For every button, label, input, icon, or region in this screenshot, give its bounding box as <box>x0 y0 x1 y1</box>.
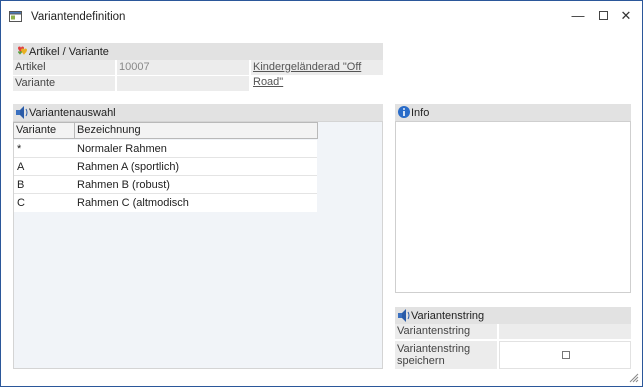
row-bezeichnung: Rahmen C (altmodisch <box>77 197 189 209</box>
variante-value <box>117 76 249 91</box>
artikel-name-link[interactable]: Kindergeländerad "Off Road" <box>251 60 383 88</box>
info-icon <box>398 106 410 118</box>
variantenauswahl-header: Variantenauswahl <box>13 104 383 121</box>
column-header-bezeichnung[interactable]: Bezeichnung <box>75 123 315 138</box>
variantenstring-speichern-checkbox[interactable] <box>562 351 570 359</box>
title-bar: Variantendefinition — ✕ <box>1 1 642 31</box>
variant-grid-header: Variante Bezeichnung <box>13 122 318 139</box>
table-row[interactable]: * Normaler Rahmen <box>14 140 317 158</box>
minimize-icon: — <box>571 8 585 23</box>
minimize-button[interactable]: — <box>567 6 589 26</box>
app-window-icon <box>9 11 22 22</box>
variante-label: Variante <box>13 76 115 91</box>
row-variante: B <box>17 179 25 191</box>
info-title: Info <box>411 107 430 119</box>
row-variante: C <box>17 197 25 209</box>
artikel-name-text: Kindergeländerad "Off Road" <box>253 61 362 88</box>
maximize-icon <box>598 11 608 21</box>
window-title: Variantendefinition <box>31 11 126 23</box>
artikel-variante-title: Artikel / Variante <box>29 46 109 58</box>
table-row[interactable]: C Rahmen C (altmodisch <box>14 194 317 212</box>
variantendefinition-window: Variantendefinition — ✕ Artikel / Varian… <box>0 0 643 387</box>
row-bezeichnung: Normaler Rahmen <box>77 143 167 155</box>
row-bezeichnung: Rahmen B (robust) <box>77 179 170 191</box>
artikel-label: Artikel <box>13 60 115 75</box>
row-variante: A <box>17 161 25 173</box>
speaker-icon <box>16 106 28 119</box>
row-variante: * <box>17 143 22 155</box>
column-header-variante[interactable]: Variante <box>14 123 74 138</box>
speaker-icon <box>398 309 410 322</box>
info-header: Info <box>395 104 631 121</box>
row-bezeichnung: Rahmen A (sportlich) <box>77 161 180 173</box>
variantenstring-header: Variantenstring <box>395 307 631 324</box>
table-row[interactable]: A Rahmen A (sportlich) <box>14 158 317 176</box>
artikel-number: 10007 <box>117 60 249 75</box>
variantenstring-title: Variantenstring <box>411 310 485 322</box>
resize-grip-icon[interactable] <box>629 373 639 383</box>
hearts-icon <box>18 46 27 55</box>
speichern-label-line2: speichern <box>397 355 445 367</box>
speichern-checkbox-cell <box>499 341 631 369</box>
variantenauswahl-title: Variantenauswahl <box>29 107 116 119</box>
speichern-label-line1: Variantenstring <box>397 343 471 355</box>
info-content-area <box>395 121 631 293</box>
table-row[interactable]: B Rahmen B (robust) <box>14 176 317 194</box>
close-icon: ✕ <box>620 8 632 23</box>
variantenstring-speichern-label: Variantenstring speichern <box>395 341 497 369</box>
close-button[interactable]: ✕ <box>615 6 637 26</box>
maximize-button[interactable] <box>592 6 614 26</box>
artikel-variante-header: Artikel / Variante <box>13 43 383 60</box>
variantenstring-label: Variantenstring <box>395 324 497 339</box>
variantenstring-field[interactable] <box>499 324 631 339</box>
